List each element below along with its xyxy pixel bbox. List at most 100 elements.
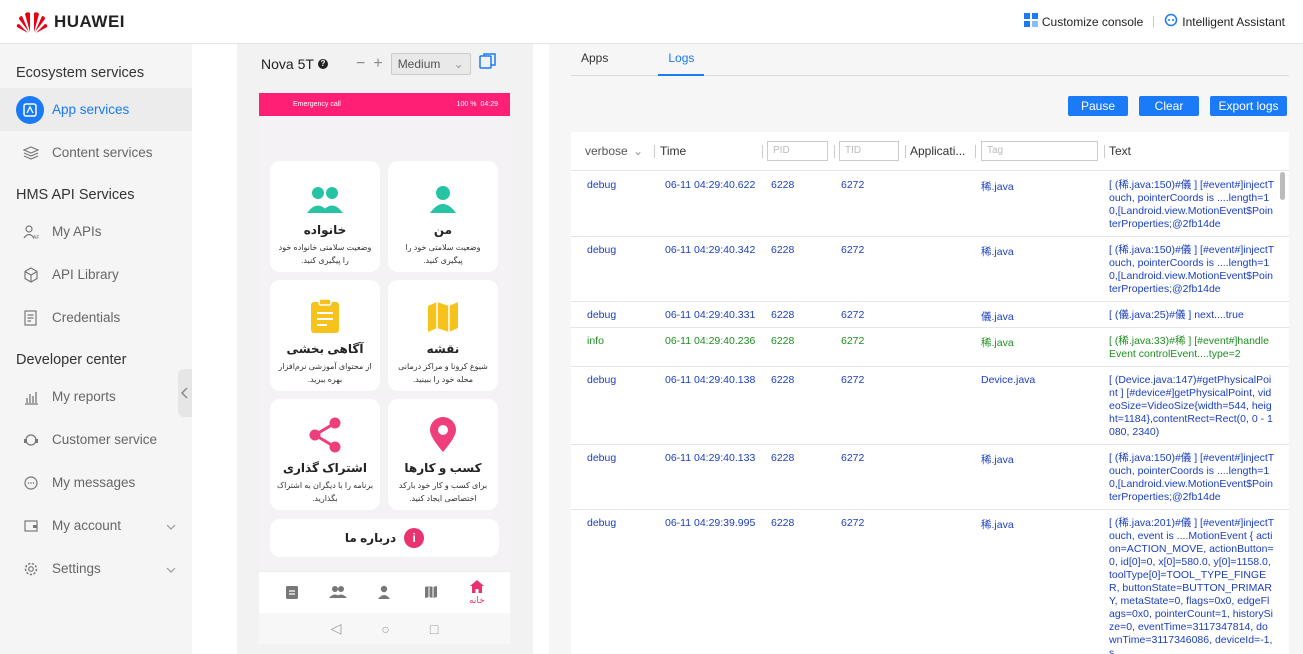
sidebar-item-settings[interactable]: Settings — [0, 547, 192, 590]
log-level: debug — [587, 244, 617, 256]
customize-console-link[interactable]: Customize console — [1042, 15, 1143, 29]
card-share[interactable]: اشتراک گذاری برنامه را با دیگران به اشتر… — [270, 399, 380, 510]
column-divider — [905, 145, 906, 158]
device-preview-panel: Nova 5T ? − + Medium ⌄ Emergency call 10… — [237, 44, 533, 654]
tab-apps[interactable]: Apps — [571, 44, 618, 76]
card-awareness[interactable]: آگاهی بخشی از محتوای آموزشی نرم‌افزار به… — [270, 280, 380, 391]
about-us-button[interactable]: i درباره ما — [270, 519, 499, 557]
sidebar: Ecosystem services App services Content … — [0, 44, 192, 654]
card-desc: وضعیت سلامتی خانواده خود را پیگیری کنید. — [278, 243, 372, 265]
log-row[interactable]: debug 06-11 04:29:39.995 6228 6272 稀.jav… — [571, 510, 1289, 654]
system-nav-bar: ◁ ○ □ — [259, 613, 510, 644]
sidebar-group-hms: HMS API Services — [16, 187, 135, 203]
log-row[interactable]: debug 06-11 04:29:40.331 6228 6272 儀.jav… — [571, 302, 1289, 328]
help-icon[interactable]: ? — [317, 59, 328, 69]
size-select[interactable]: Medium ⌄ — [390, 52, 471, 75]
log-text: [ (稀.java:150)#儀 ] [#event#]injectTouch,… — [1109, 179, 1275, 230]
sidebar-item-label: Credentials — [52, 310, 121, 325]
scrollbar[interactable] — [1280, 172, 1285, 200]
log-text: [ (稀.java:33)#稀 ] [#event#]handleEvent c… — [1109, 335, 1269, 360]
card-title: من — [433, 223, 453, 237]
log-row[interactable]: debug 06-11 04:29:40.133 6228 6272 稀.jav… — [571, 445, 1289, 510]
status-time: 04:29 — [480, 101, 498, 108]
sidebar-item-my-account[interactable]: My account — [0, 504, 192, 547]
sidebar-item-my-messages[interactable]: My messages — [0, 461, 192, 504]
log-row[interactable]: debug 06-11 04:29:40.342 6228 6272 稀.jav… — [571, 237, 1289, 302]
log-row[interactable]: debug 06-11 04:29:40.622 6228 6272 稀.jav… — [571, 172, 1289, 237]
export-logs-button[interactable]: Export logs — [1210, 96, 1287, 116]
zoom-in-button[interactable]: + — [373, 55, 382, 73]
log-time: 06-11 04:29:40.342 — [665, 244, 756, 256]
home-circle-icon[interactable]: ○ — [381, 621, 389, 637]
device-name: Nova 5T ? — [261, 56, 328, 72]
log-row[interactable]: info 06-11 04:29:40.236 6228 6272 稀.java… — [571, 328, 1289, 367]
log-tid: 6272 — [841, 309, 865, 321]
level-filter[interactable]: verbose ⌄ — [585, 144, 643, 158]
card-me[interactable]: من وضعیت سلامتی خود را پیگیری کنید. — [388, 161, 498, 272]
screenshot-icon[interactable] — [478, 52, 497, 75]
sidebar-group-ecosystem: Ecosystem services — [16, 65, 145, 81]
log-tag: 儀.java — [981, 311, 1014, 323]
log-pid: 6228 — [771, 335, 795, 347]
level-filter-value: verbose — [585, 144, 628, 158]
sidebar-item-app-services[interactable]: App services — [0, 88, 192, 131]
grid-icon — [1023, 13, 1038, 30]
log-pid: 6228 — [771, 452, 795, 464]
log-row[interactable]: debug 06-11 04:29:40.138 6228 6272 Devic… — [571, 367, 1289, 445]
tid-filter-input[interactable]: TID — [839, 141, 899, 161]
sidebar-item-customer-service[interactable]: Customer service — [0, 418, 192, 461]
status-bar: Emergency call 100 % 04:29 — [259, 93, 510, 116]
huawei-logo[interactable]: HUAWEI — [16, 10, 125, 34]
zoom-out-button[interactable]: − — [356, 55, 365, 73]
clipboard-icon[interactable] — [277, 584, 307, 602]
about-label: درباره ما — [344, 531, 397, 545]
sidebar-item-my-reports[interactable]: My reports — [0, 375, 192, 418]
tag-filter-input[interactable]: Tag — [981, 141, 1098, 161]
log-level: debug — [587, 374, 617, 386]
nav-home[interactable]: خانه — [462, 579, 492, 606]
phone-screen[interactable]: Emergency call 100 % 04:29 من وضعیت سلام… — [259, 93, 510, 644]
card-map[interactable]: نقشه شیوع کرونا و مراکز درمانی محله خود … — [388, 280, 498, 391]
sidebar-item-api-library[interactable]: API Library — [0, 253, 192, 296]
sidebar-item-credentials[interactable]: Credentials — [0, 296, 192, 339]
chevron-down-icon[interactable] — [166, 519, 176, 534]
app-bottom-nav: خانه — [259, 571, 510, 613]
sidebar-collapse-button[interactable] — [178, 369, 192, 417]
sidebar-item-my-apis[interactable]: API My APIs — [0, 210, 192, 253]
sidebar-item-label: My APIs — [52, 224, 102, 239]
family-icon[interactable] — [323, 585, 353, 601]
log-text: [ (稀.java:201)#儀 ] [#event#]injectTouch,… — [1109, 517, 1275, 654]
cube-icon — [22, 266, 40, 284]
person-icon[interactable] — [369, 585, 399, 601]
column-divider — [762, 145, 763, 158]
log-tag: 稀.java — [981, 454, 1014, 466]
card-family[interactable]: خانواده وضعیت سلامتی خانواده خود را پیگی… — [270, 161, 380, 272]
recents-icon[interactable]: □ — [430, 621, 438, 637]
log-table: verbose ⌄ Time PID TID Applicati... Tag … — [571, 132, 1289, 654]
sidebar-item-label: My messages — [52, 475, 136, 490]
info-icon: i — [404, 528, 425, 548]
sidebar-item-content-services[interactable]: Content services — [0, 131, 192, 174]
log-tid: 6272 — [841, 452, 865, 464]
home-label: خانه — [469, 594, 485, 605]
svg-text:API: API — [33, 235, 39, 240]
pid-filter-input[interactable]: PID — [767, 141, 828, 161]
col-text: Text — [1109, 144, 1132, 158]
clear-button[interactable]: Clear — [1139, 96, 1199, 116]
sidebar-item-label: API Library — [52, 267, 119, 282]
app-content: من وضعیت سلامتی خود را پیگیری کنید. خانو… — [259, 116, 510, 571]
back-icon[interactable]: ◁ — [331, 620, 342, 637]
intelligent-assistant-link[interactable]: Intelligent Assistant — [1182, 15, 1285, 29]
pause-button[interactable]: Pause — [1068, 96, 1128, 116]
map-icon[interactable] — [416, 585, 446, 601]
tab-logs[interactable]: Logs — [658, 44, 705, 76]
chevron-down-icon[interactable] — [166, 562, 176, 577]
log-time: 06-11 04:29:40.138 — [665, 374, 756, 386]
log-time: 06-11 04:29:40.622 — [665, 179, 756, 191]
bar-chart-icon — [22, 388, 40, 406]
card-title: اشتراک گذاری — [283, 461, 367, 475]
credentials-icon — [22, 309, 40, 327]
card-desc: برنامه را با دیگران به اشتراک بگذارید. — [276, 481, 374, 503]
card-business[interactable]: کسب و کارها برای کسب و کار خود بارکد اخت… — [388, 399, 498, 510]
card-title: خانواده — [303, 223, 347, 237]
